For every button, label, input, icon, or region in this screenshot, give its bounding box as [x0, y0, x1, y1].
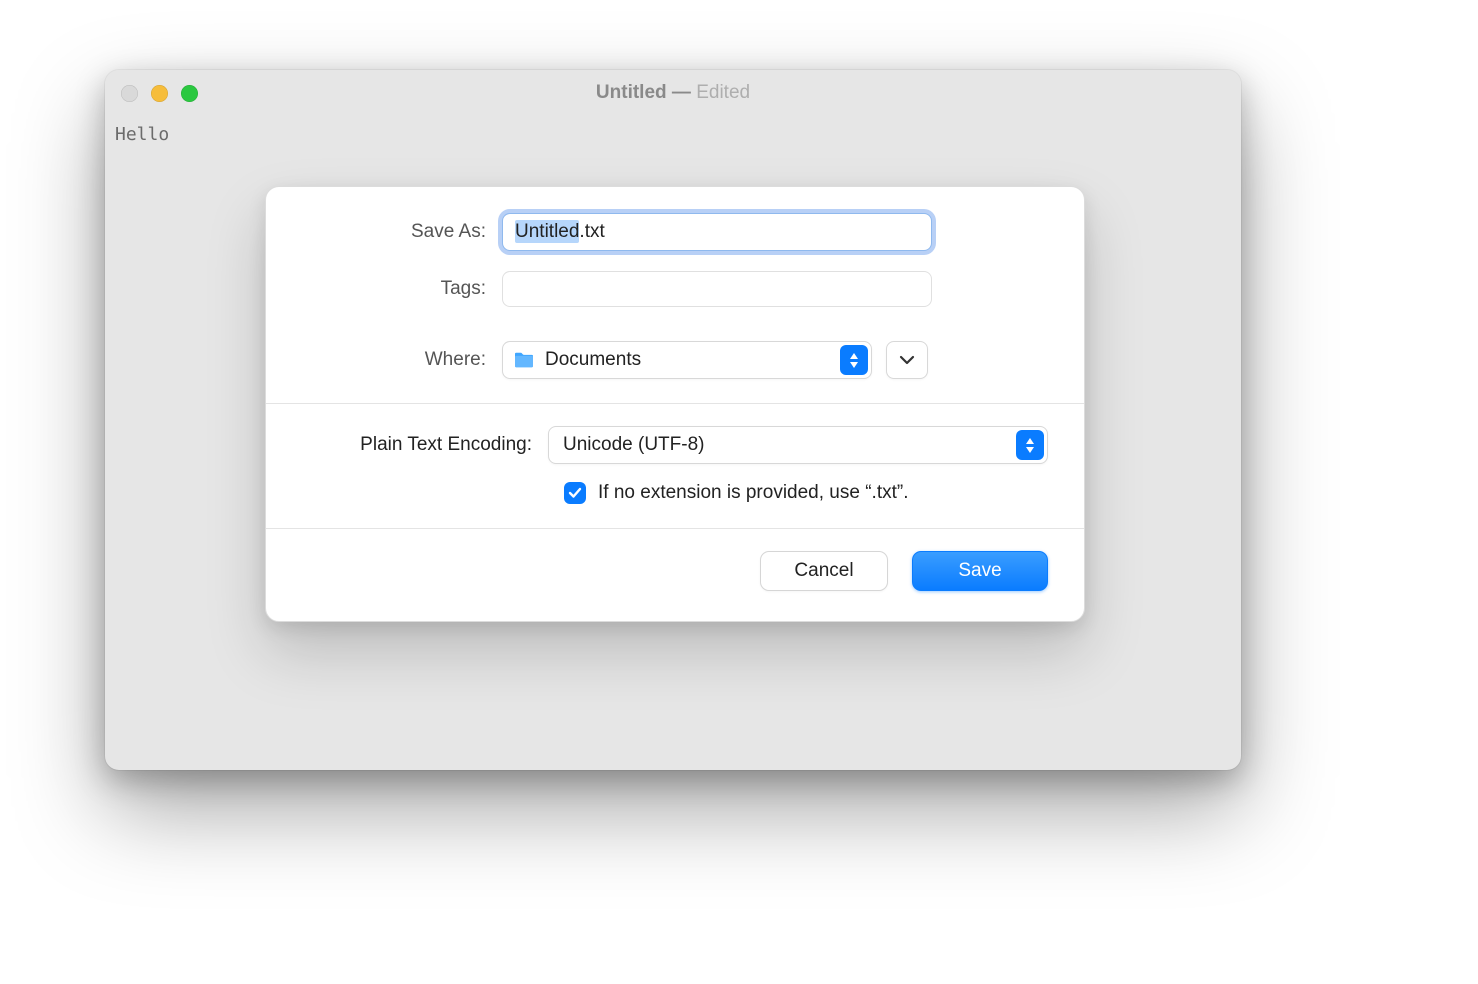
minimize-window-button[interactable]	[151, 85, 168, 102]
save-as-filename-ext: .txt	[579, 221, 604, 242]
where-row: Where: Documents	[302, 341, 1048, 379]
tags-row: Tags:	[302, 271, 1048, 307]
save-as-field-wrap: Untitled.txt	[502, 213, 932, 251]
save-as-filename-base: Untitled	[515, 220, 579, 243]
cancel-button-label: Cancel	[794, 560, 853, 582]
save-button[interactable]: Save	[912, 551, 1048, 591]
save-dialog: Save As: Untitled.txt Tags: Where:	[265, 186, 1085, 622]
traffic-lights	[121, 85, 198, 102]
folder-icon	[513, 351, 535, 369]
extension-checkbox[interactable]	[564, 482, 586, 504]
save-as-input[interactable]: Untitled.txt	[502, 213, 932, 251]
document-text: Hello	[115, 124, 169, 145]
extension-checkbox-label: If no extension is provided, use “.txt”.	[598, 482, 909, 504]
checkmark-icon	[568, 487, 582, 499]
where-value: Documents	[545, 349, 641, 371]
save-as-label: Save As:	[302, 221, 502, 243]
window-title-text: Untitled	[596, 82, 667, 103]
close-window-button[interactable]	[121, 85, 138, 102]
save-button-label: Save	[958, 560, 1001, 582]
encoding-label: Plain Text Encoding:	[302, 434, 548, 456]
where-popup[interactable]: Documents	[502, 341, 872, 379]
save-dialog-top-section: Save As: Untitled.txt Tags: Where:	[266, 187, 1084, 403]
popup-arrows-icon	[840, 345, 868, 375]
extension-checkbox-row: If no extension is provided, use “.txt”.	[564, 482, 1048, 504]
encoding-section: Plain Text Encoding: Unicode (UTF-8) If …	[266, 404, 1084, 528]
tags-input[interactable]	[502, 271, 932, 307]
dialog-buttons: Cancel Save	[266, 529, 1084, 621]
window-title: Untitled — Edited	[105, 82, 1241, 104]
popup-arrows-icon	[1016, 430, 1044, 460]
cancel-button[interactable]: Cancel	[760, 551, 888, 591]
window-title-sep: —	[667, 82, 697, 103]
zoom-window-button[interactable]	[181, 85, 198, 102]
document-text-area[interactable]: Hello	[105, 116, 1241, 153]
encoding-popup[interactable]: Unicode (UTF-8)	[548, 426, 1048, 464]
titlebar: Untitled — Edited	[105, 70, 1241, 116]
where-label: Where:	[302, 349, 502, 371]
window-edited-status: Edited	[696, 82, 750, 103]
encoding-value: Unicode (UTF-8)	[563, 434, 704, 456]
tags-label: Tags:	[302, 278, 502, 300]
expand-save-panel-button[interactable]	[886, 341, 928, 379]
save-as-row: Save As: Untitled.txt	[302, 213, 1048, 251]
chevron-down-icon	[899, 355, 915, 365]
encoding-row: Plain Text Encoding: Unicode (UTF-8)	[302, 426, 1048, 464]
